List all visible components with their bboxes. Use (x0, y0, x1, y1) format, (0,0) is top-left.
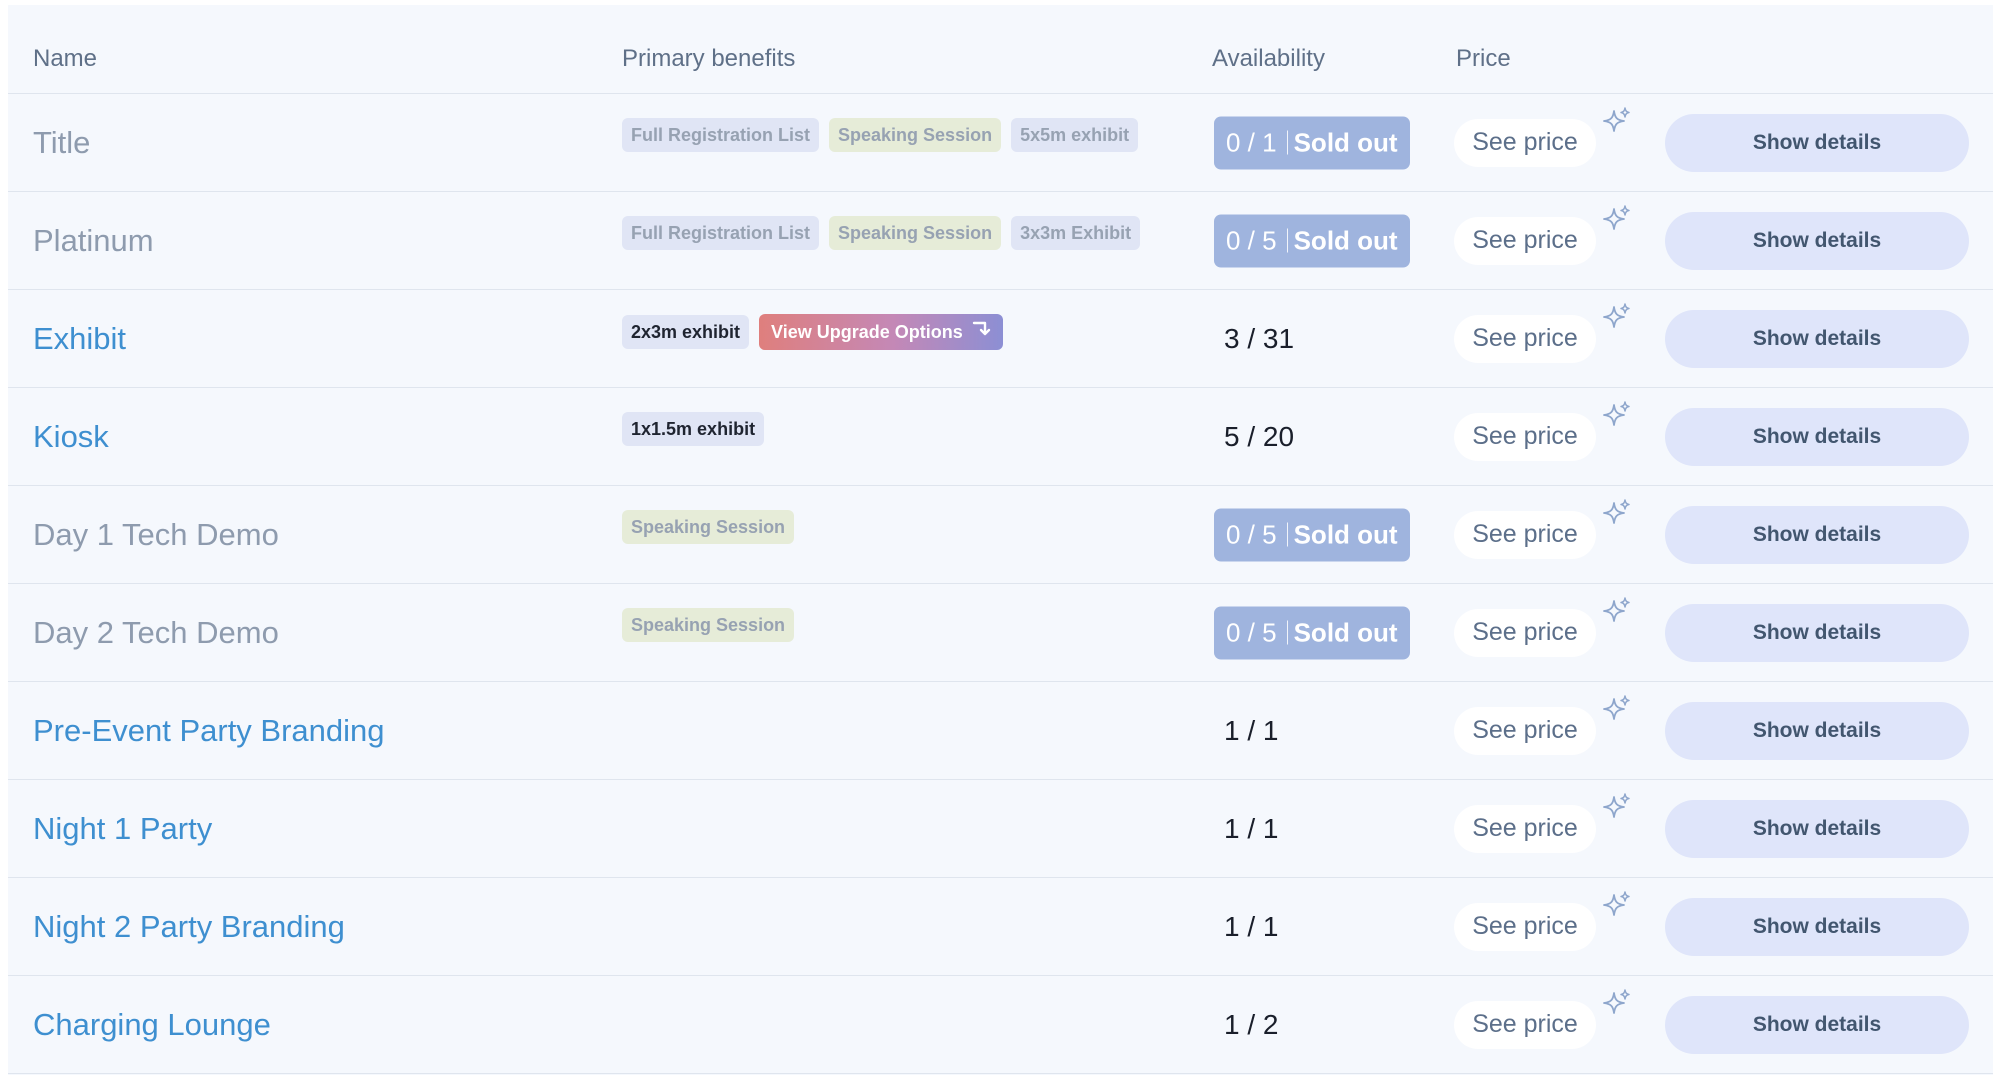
column-header-availability: Availability (1212, 45, 1325, 72)
benefit-tag: Full Registration List (622, 216, 820, 250)
sponsorship-name-link[interactable]: Night 1 Party (33, 811, 212, 847)
show-details-button[interactable]: Show details (1665, 603, 1969, 662)
benefit-tag: 5x5m exhibit (1011, 118, 1139, 152)
show-details-button[interactable]: Show details (1665, 701, 1969, 760)
sponsorship-name-link[interactable]: Night 2 Party Branding (33, 909, 345, 945)
show-details-button[interactable]: Show details (1665, 309, 1969, 368)
benefits-list: 1x1.5m exhibit (622, 412, 765, 446)
sparkle-icon (1602, 793, 1632, 823)
see-price-button[interactable]: See price (1454, 412, 1596, 461)
table-row: Platinum Full Registration List Speaking S… (8, 192, 1993, 290)
table-row: Day 1 Tech Demo Speaking Session 0 / 5 Sold… (8, 486, 1993, 584)
see-price-button[interactable]: See price (1454, 510, 1596, 559)
show-details-button[interactable]: Show details (1665, 995, 1969, 1054)
availability-sold-out-badge: 0 / 5 Sold out (1214, 606, 1410, 659)
sparkle-icon (1602, 401, 1632, 431)
show-details-button[interactable]: Show details (1665, 407, 1969, 466)
column-header-price: Price (1456, 45, 1511, 72)
see-price-button[interactable]: See price (1454, 706, 1596, 755)
sponsorship-name-link[interactable]: Exhibit (33, 321, 126, 357)
see-price-button[interactable]: See price (1454, 118, 1596, 167)
sparkle-icon (1602, 499, 1632, 529)
sparkle-icon (1602, 107, 1632, 137)
badge-divider (1286, 522, 1288, 547)
sparkle-icon (1602, 597, 1632, 627)
column-header-benefits: Primary benefits (622, 45, 796, 72)
availability-count: 1 / 1 (1224, 812, 1279, 844)
column-header-name: Name (33, 45, 98, 72)
sold-out-label: Sold out (1293, 617, 1398, 647)
benefit-tag: Full Registration List (622, 118, 820, 152)
availability-count: 0 / 5 (1226, 617, 1277, 647)
see-price-button[interactable]: See price (1454, 608, 1596, 657)
benefit-tag: Speaking Session (622, 608, 795, 642)
see-price-button[interactable]: See price (1454, 1000, 1596, 1049)
see-price-button[interactable]: See price (1454, 804, 1596, 853)
benefit-tag: 2x3m exhibit (622, 315, 750, 349)
availability-count: 1 / 1 (1224, 714, 1279, 746)
sponsorship-name-link[interactable]: Kiosk (33, 419, 109, 455)
badge-divider (1286, 130, 1288, 155)
table-row: Pre-Event Party Branding 1 / 1 See price Sh… (8, 682, 1993, 780)
availability-sold-out-badge: 0 / 5 Sold out (1214, 508, 1410, 561)
view-upgrade-options-button[interactable]: View Upgrade Options (759, 314, 1003, 350)
benefit-tag: Speaking Session (622, 510, 795, 544)
table-row: Night 2 Party Branding 1 / 1 See price Show… (8, 878, 1993, 976)
availability-count: 3 / 31 (1224, 322, 1295, 354)
sold-out-label: Sold out (1293, 127, 1398, 157)
sponsorship-name-link[interactable]: Day 2 Tech Demo (33, 615, 279, 651)
show-details-button[interactable]: Show details (1665, 799, 1969, 858)
show-details-button[interactable]: Show details (1665, 505, 1969, 564)
availability-sold-out-badge: 0 / 5 Sold out (1214, 214, 1410, 267)
availability-count: 5 / 20 (1224, 420, 1295, 452)
sparkle-icon (1602, 695, 1632, 725)
badge-divider (1286, 228, 1288, 253)
badge-divider (1286, 620, 1288, 645)
sparkle-icon (1602, 989, 1632, 1019)
availability-count: 0 / 1 (1226, 127, 1277, 157)
sparkle-icon (1602, 891, 1632, 921)
sponsorship-name-link[interactable]: Charging Lounge (33, 1007, 271, 1043)
benefits-list: Speaking Session (622, 510, 795, 544)
sold-out-label: Sold out (1293, 519, 1398, 549)
benefits-list: Full Registration List Speaking Session 3x… (622, 216, 1141, 250)
show-details-button[interactable]: Show details (1665, 113, 1969, 172)
sponsorship-name-link[interactable]: Day 1 Tech Demo (33, 517, 279, 553)
benefit-tag: Speaking Session (829, 118, 1002, 152)
sponsorship-name-link[interactable]: Pre-Event Party Branding (33, 713, 385, 749)
table-row: Charging Lounge 1 / 2 See price Show detail… (8, 976, 1993, 1074)
show-details-button[interactable]: Show details (1665, 211, 1969, 270)
sparkle-icon (1602, 303, 1632, 333)
benefit-tag: 1x1.5m exhibit (622, 412, 765, 446)
sponsorship-name-link[interactable]: Platinum (33, 223, 154, 259)
table-row: Kiosk 1x1.5m exhibit 5 / 20 See price Show d… (8, 388, 1993, 486)
benefits-list: Speaking Session (622, 608, 795, 642)
benefits-list: 2x3m exhibit View Upgrade Options (622, 314, 1003, 350)
table-header: Name Primary benefits Availability Price (8, 5, 1993, 94)
availability-count: 0 / 5 (1226, 519, 1277, 549)
sponsorship-name-link[interactable]: Title (33, 125, 90, 161)
upgrade-label: View Upgrade Options (771, 322, 963, 342)
availability-sold-out-badge: 0 / 1 Sold out (1214, 116, 1410, 169)
see-price-button[interactable]: See price (1454, 216, 1596, 265)
table-row: Exhibit 2x3m exhibit View Upgrade Options 3… (8, 290, 1993, 388)
availability-count: 0 / 5 (1226, 225, 1277, 255)
sponsorship-table: Name Primary benefits Availability Price… (8, 5, 1993, 1075)
table-row: Day 2 Tech Demo Speaking Session 0 / 5 Sold… (8, 584, 1993, 682)
see-price-button[interactable]: See price (1454, 902, 1596, 951)
arrow-turn-down-icon (971, 314, 991, 350)
availability-count: 1 / 1 (1224, 910, 1279, 942)
show-details-button[interactable]: Show details (1665, 897, 1969, 956)
table-row: Night 1 Party 1 / 1 See price Show details (8, 780, 1993, 878)
benefits-list: Full Registration List Speaking Session 5x… (622, 118, 1139, 152)
see-price-button[interactable]: See price (1454, 314, 1596, 363)
benefit-tag: Speaking Session (829, 216, 1002, 250)
table-row: Title Full Registration List Speaking Sess… (8, 94, 1993, 192)
sparkle-icon (1602, 205, 1632, 235)
benefit-tag: 3x3m Exhibit (1011, 216, 1141, 250)
sold-out-label: Sold out (1293, 225, 1398, 255)
availability-count: 1 / 2 (1224, 1008, 1279, 1040)
